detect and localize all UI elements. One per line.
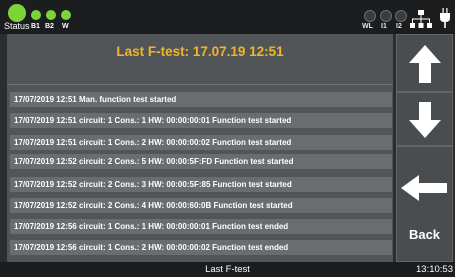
w-led xyxy=(61,10,71,20)
log-row: 17/07/2019 12:51 circuit: 1 Cons.: 1 HW:… xyxy=(10,113,392,128)
divider xyxy=(7,84,393,85)
log-panel: Last F-test: 17.07.19 12:51 17/07/2019 1… xyxy=(7,34,393,262)
status-led xyxy=(8,4,26,22)
arrow-down-icon xyxy=(409,102,441,138)
i1-led xyxy=(380,10,392,22)
footer-title: Last F-test xyxy=(205,264,250,275)
scroll-down-button[interactable] xyxy=(396,92,453,146)
i2-led xyxy=(395,10,407,22)
wl-led xyxy=(364,10,376,22)
i2-label: I2 xyxy=(396,23,402,30)
arrow-up-icon xyxy=(409,45,441,83)
status-bar: Status B1 B2 W WL I1 I2 xyxy=(0,0,455,34)
log-row: 17/07/2019 12:51 Man. function test star… xyxy=(10,92,392,107)
arrow-left-icon xyxy=(401,175,447,201)
back-button-label: Back xyxy=(408,227,441,242)
network-icon xyxy=(410,10,432,28)
footer-bar: Last F-test 13:10:53 xyxy=(0,262,455,277)
scroll-up-button[interactable] xyxy=(396,34,453,92)
b1-label: B1 xyxy=(31,23,40,30)
log-row: 17/07/2019 12:52 circuit: 2 Cons.: 5 HW:… xyxy=(10,154,392,169)
w-label: W xyxy=(62,23,69,30)
plug-icon xyxy=(440,8,450,28)
b2-label: B2 xyxy=(45,23,54,30)
log-row: 17/07/2019 12:56 circuit: 1 Cons.: 2 HW:… xyxy=(10,240,392,255)
b1-led xyxy=(31,10,41,20)
log-row: 17/07/2019 12:56 circuit: 1 Cons.: 1 HW:… xyxy=(10,219,392,234)
wl-label: WL xyxy=(362,23,373,30)
back-button[interactable]: Back xyxy=(396,146,453,262)
log-row: 17/07/2019 12:51 circuit: 1 Cons.: 2 HW:… xyxy=(10,135,392,150)
log-row: 17/07/2019 12:52 circuit: 2 Cons.: 3 HW:… xyxy=(10,177,392,192)
log-row: 17/07/2019 12:52 circuit: 2 Cons.: 4 HW:… xyxy=(10,198,392,213)
status-label: Status xyxy=(4,21,30,31)
page-title: Last F-test: 17.07.19 12:51 xyxy=(116,44,284,59)
i1-label: I1 xyxy=(381,23,387,30)
b2-led xyxy=(46,10,56,20)
clock: 13:10:53 xyxy=(416,264,453,275)
